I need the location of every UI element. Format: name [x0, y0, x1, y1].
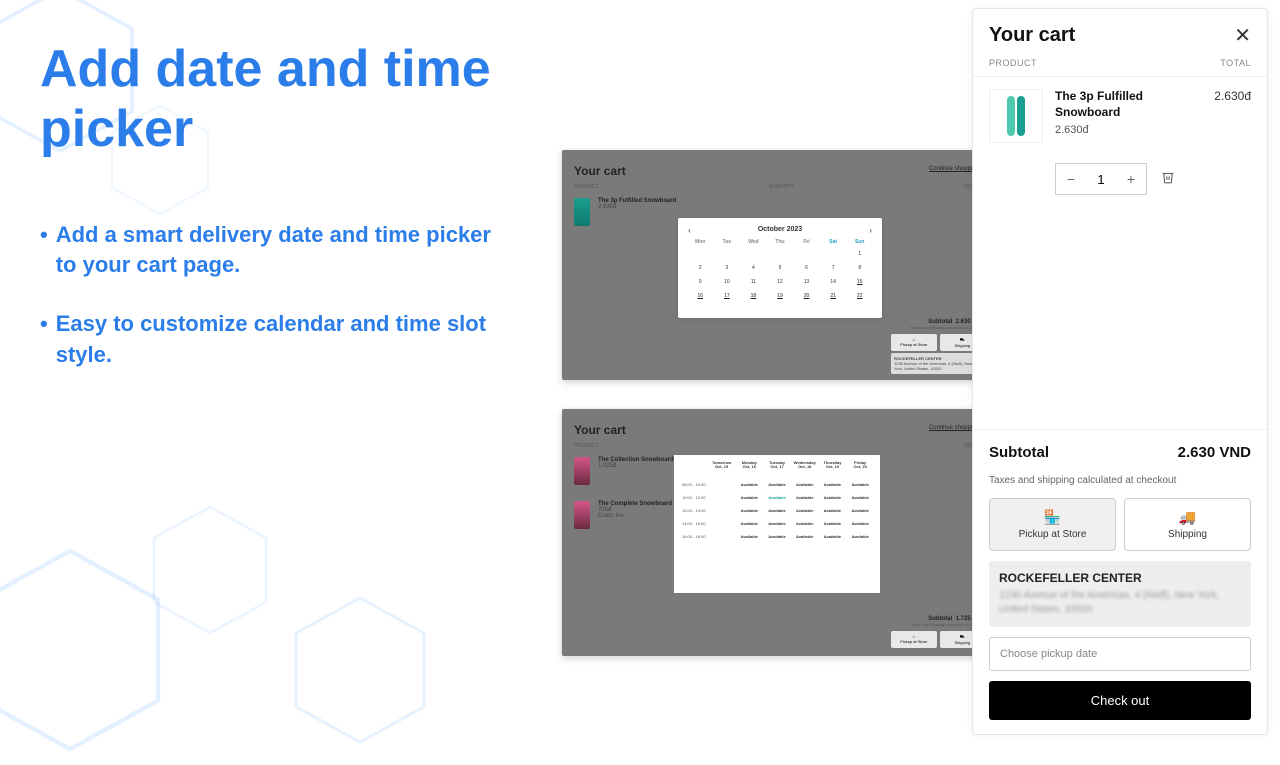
preview-title: Your cart	[562, 409, 991, 443]
store-address: 1230 Avenue of the Americas, 4 (Nwfl), N…	[999, 589, 1241, 617]
product-thumb	[574, 457, 590, 485]
timeslot-popup: 08:00 - 10:0010:00 - 12:0012:00 - 14:001…	[674, 455, 880, 593]
pickup-date-input[interactable]: Choose pickup date	[989, 637, 1251, 671]
bullet-item: •Add a smart delivery date and time pick…	[40, 220, 500, 282]
page-headline: Add date and time picker	[40, 40, 560, 160]
th-product: PRODUCT	[989, 58, 1037, 68]
product-name: The 3p Fulfilled Snowboard	[1055, 89, 1202, 120]
store-icon: 🏪	[994, 509, 1111, 526]
product-thumb	[574, 501, 590, 529]
cart-panel: Your cart ✕ PRODUCT TOTAL The 3p Fulfille…	[972, 8, 1268, 735]
shipping-option[interactable]: 🚚Shipping	[1124, 498, 1251, 551]
bullet-text: Easy to customize calendar and time slot…	[56, 309, 500, 371]
truck-icon: 🚚	[1129, 509, 1246, 526]
line-total: 2.630đ	[1214, 89, 1251, 143]
trash-icon[interactable]	[1161, 170, 1175, 189]
cart-title: Your cart	[989, 24, 1075, 47]
bullet-list: •Add a smart delivery date and time pick…	[40, 220, 500, 371]
qty-value: 1	[1086, 172, 1116, 187]
checkout-button[interactable]: Check out	[989, 681, 1251, 720]
cart-item: The 3p Fulfilled Snowboard 2.630đ 2.630đ	[973, 76, 1267, 155]
bullet-item: •Easy to customize calendar and time slo…	[40, 309, 500, 371]
qty-plus-button[interactable]: +	[1116, 164, 1146, 194]
subtotal-label: Subtotal	[989, 444, 1049, 461]
th-total: TOTAL	[1220, 58, 1251, 68]
bullet-text: Add a smart delivery date and time picke…	[56, 220, 500, 282]
pickup-option[interactable]: 🏪Pickup at Store	[989, 498, 1116, 551]
product-image	[989, 89, 1043, 143]
subtotal-value: 2.630 VND	[1178, 444, 1251, 461]
tax-note: Taxes and shipping calculated at checkou…	[973, 475, 1267, 498]
product-price: 2.630đ	[1055, 124, 1202, 136]
close-icon[interactable]: ✕	[1234, 23, 1251, 48]
store-info: ROCKEFELLER CENTER 1230 Avenue of the Am…	[989, 561, 1251, 627]
qty-minus-button[interactable]: −	[1056, 164, 1086, 194]
store-name: ROCKEFELLER CENTER	[999, 571, 1241, 585]
preview-timeslots: Your cart Continue shopping PRODUCTTOTAL…	[562, 409, 991, 656]
quantity-stepper: − 1 +	[1055, 163, 1147, 195]
